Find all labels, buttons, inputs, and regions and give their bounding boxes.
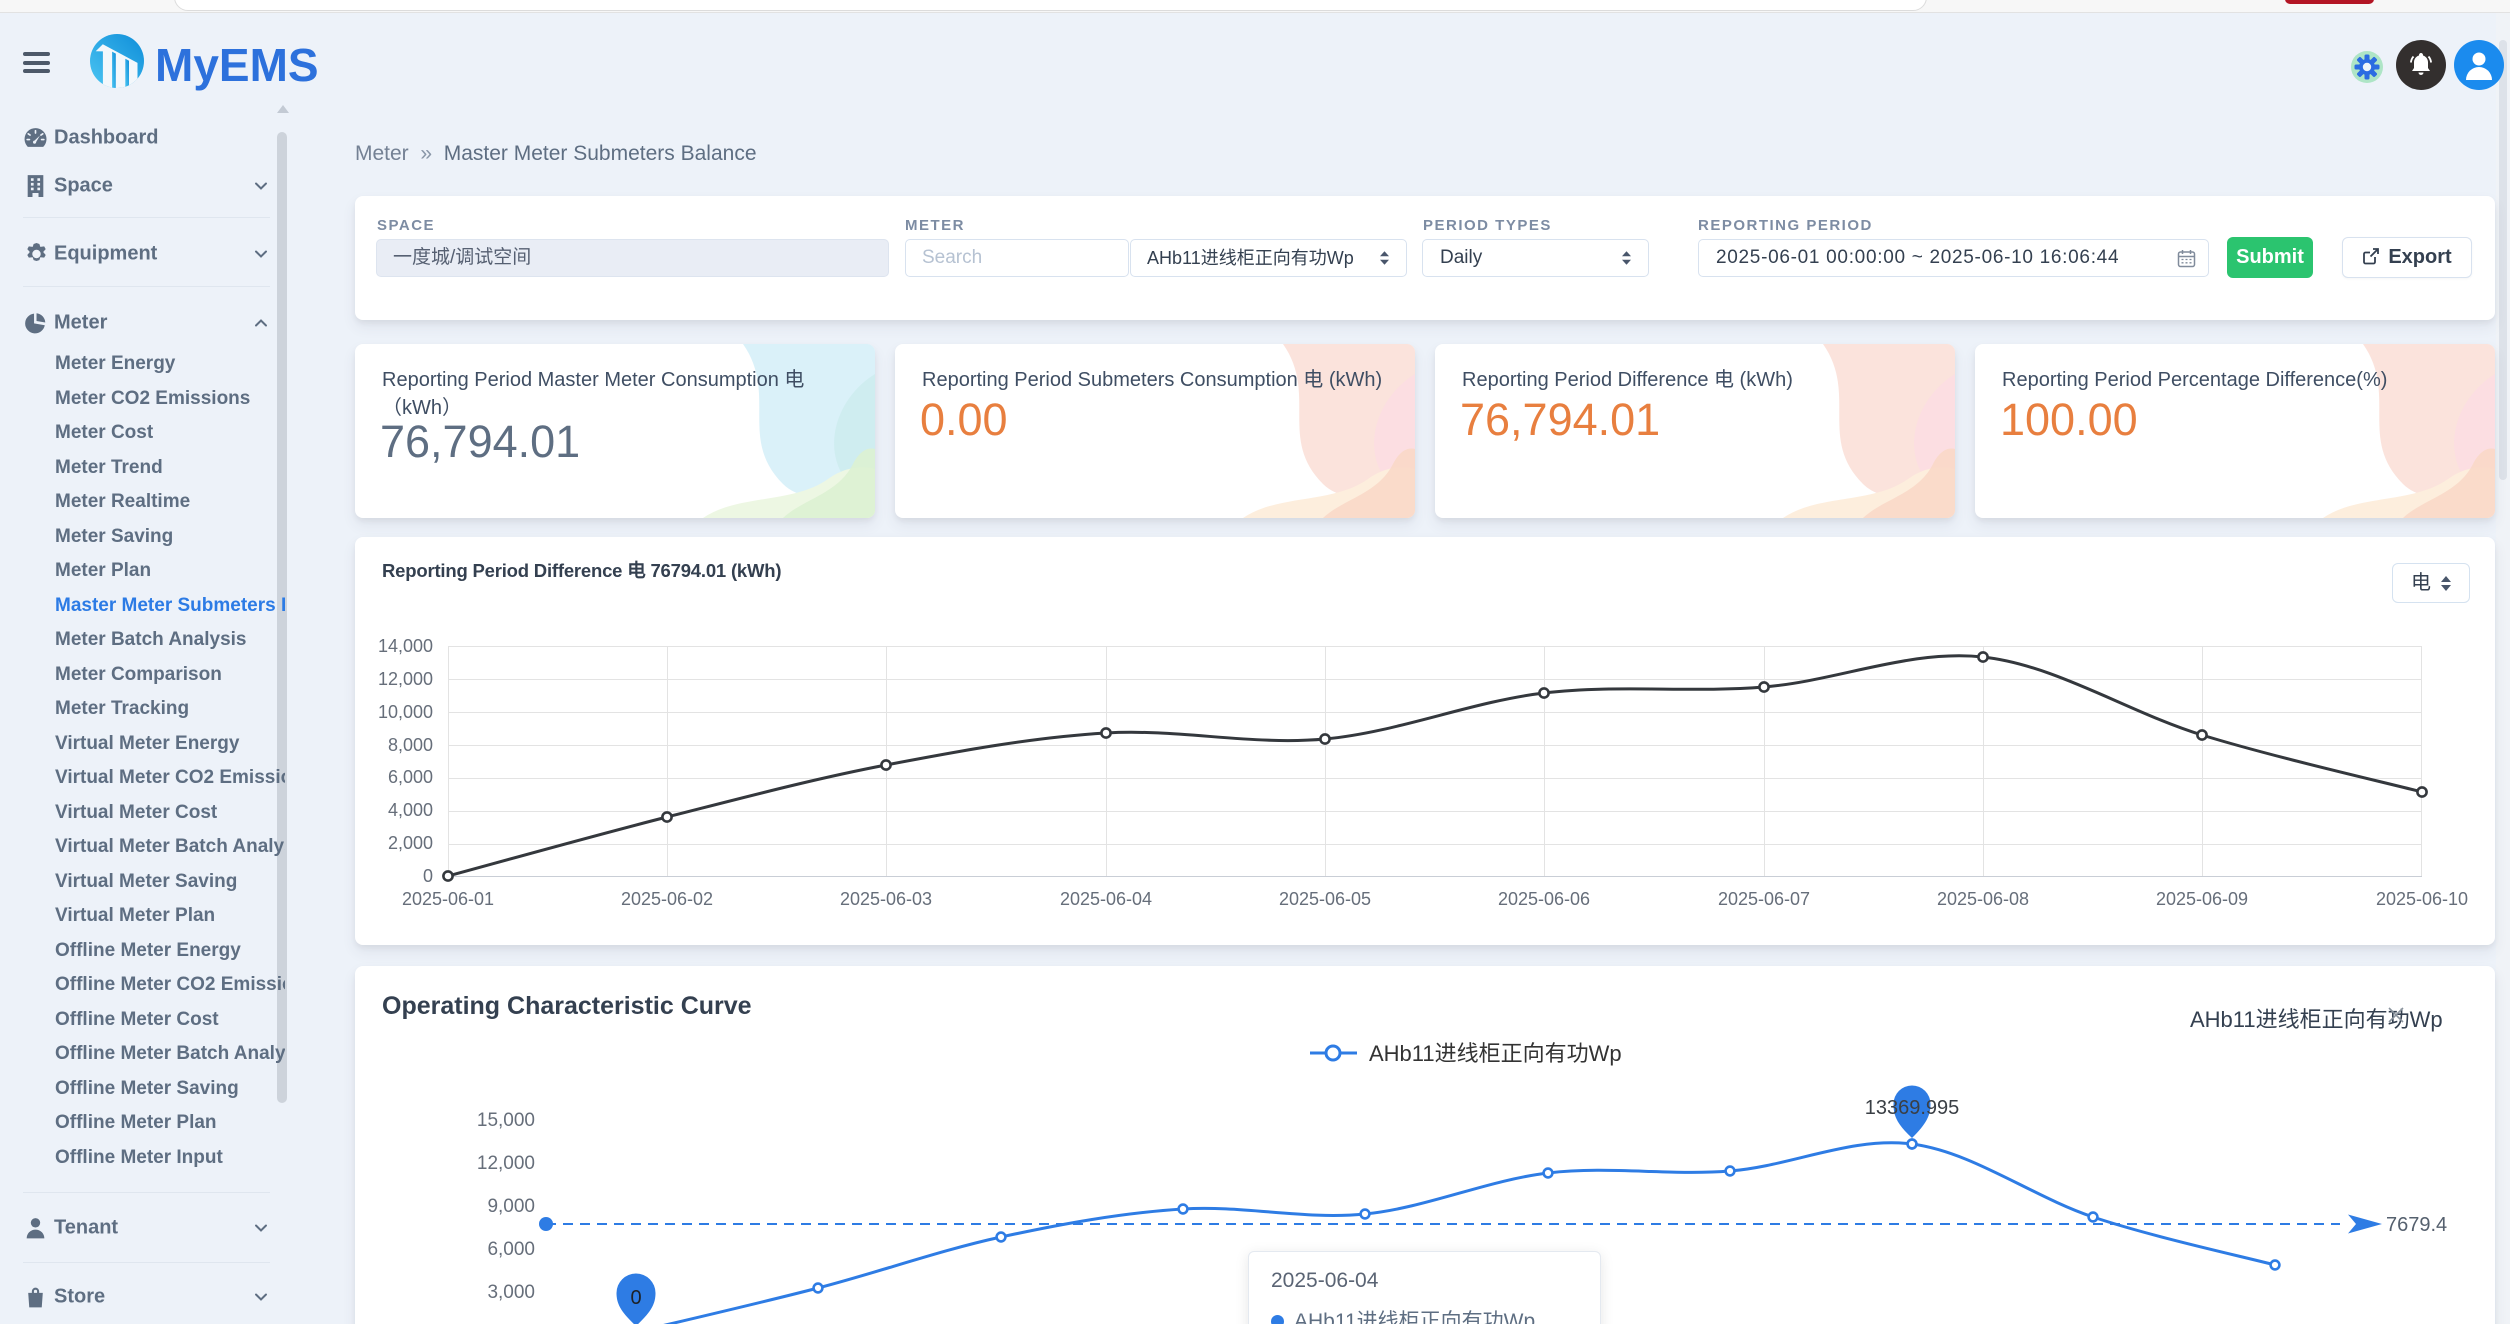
svg-text:14,000: 14,000 bbox=[378, 636, 433, 656]
svg-text:7679.4: 7679.4 bbox=[2386, 1214, 2447, 1236]
svg-text:2025-06-09: 2025-06-09 bbox=[2156, 889, 2248, 909]
svg-text:10,000: 10,000 bbox=[378, 702, 433, 722]
svg-text:8,000: 8,000 bbox=[388, 735, 433, 755]
svg-text:9,000: 9,000 bbox=[487, 1196, 535, 1217]
svg-text:AHb11进线柜正向有功Wp: AHb11进线柜正向有功Wp bbox=[1369, 1041, 1622, 1066]
svg-text:6,000: 6,000 bbox=[487, 1239, 535, 1260]
svg-text:2025-06-02: 2025-06-02 bbox=[621, 889, 713, 909]
svg-text:2025-06-01: 2025-06-01 bbox=[402, 889, 494, 909]
svg-text:15,000: 15,000 bbox=[477, 1110, 535, 1131]
svg-text:3,000: 3,000 bbox=[487, 1282, 535, 1303]
svg-text:2,000: 2,000 bbox=[388, 833, 433, 853]
svg-text:2025-06-05: 2025-06-05 bbox=[1279, 889, 1371, 909]
svg-text:13369.995: 13369.995 bbox=[1865, 1097, 1960, 1119]
svg-text:2025-06-03: 2025-06-03 bbox=[840, 889, 932, 909]
svg-text:0: 0 bbox=[630, 1287, 641, 1309]
svg-text:6,000: 6,000 bbox=[388, 767, 433, 787]
svg-text:12,000: 12,000 bbox=[477, 1153, 535, 1174]
svg-text:2025-06-06: 2025-06-06 bbox=[1498, 889, 1590, 909]
svg-text:4,000: 4,000 bbox=[388, 800, 433, 820]
svg-text:12,000: 12,000 bbox=[378, 669, 433, 689]
svg-text:2025-06-08: 2025-06-08 bbox=[1937, 889, 2029, 909]
svg-text:2025-06-10: 2025-06-10 bbox=[2376, 889, 2468, 909]
svg-text:0: 0 bbox=[423, 866, 433, 886]
svg-text:2025-06-04: 2025-06-04 bbox=[1060, 889, 1152, 909]
svg-text:2025-06-07: 2025-06-07 bbox=[1718, 889, 1810, 909]
